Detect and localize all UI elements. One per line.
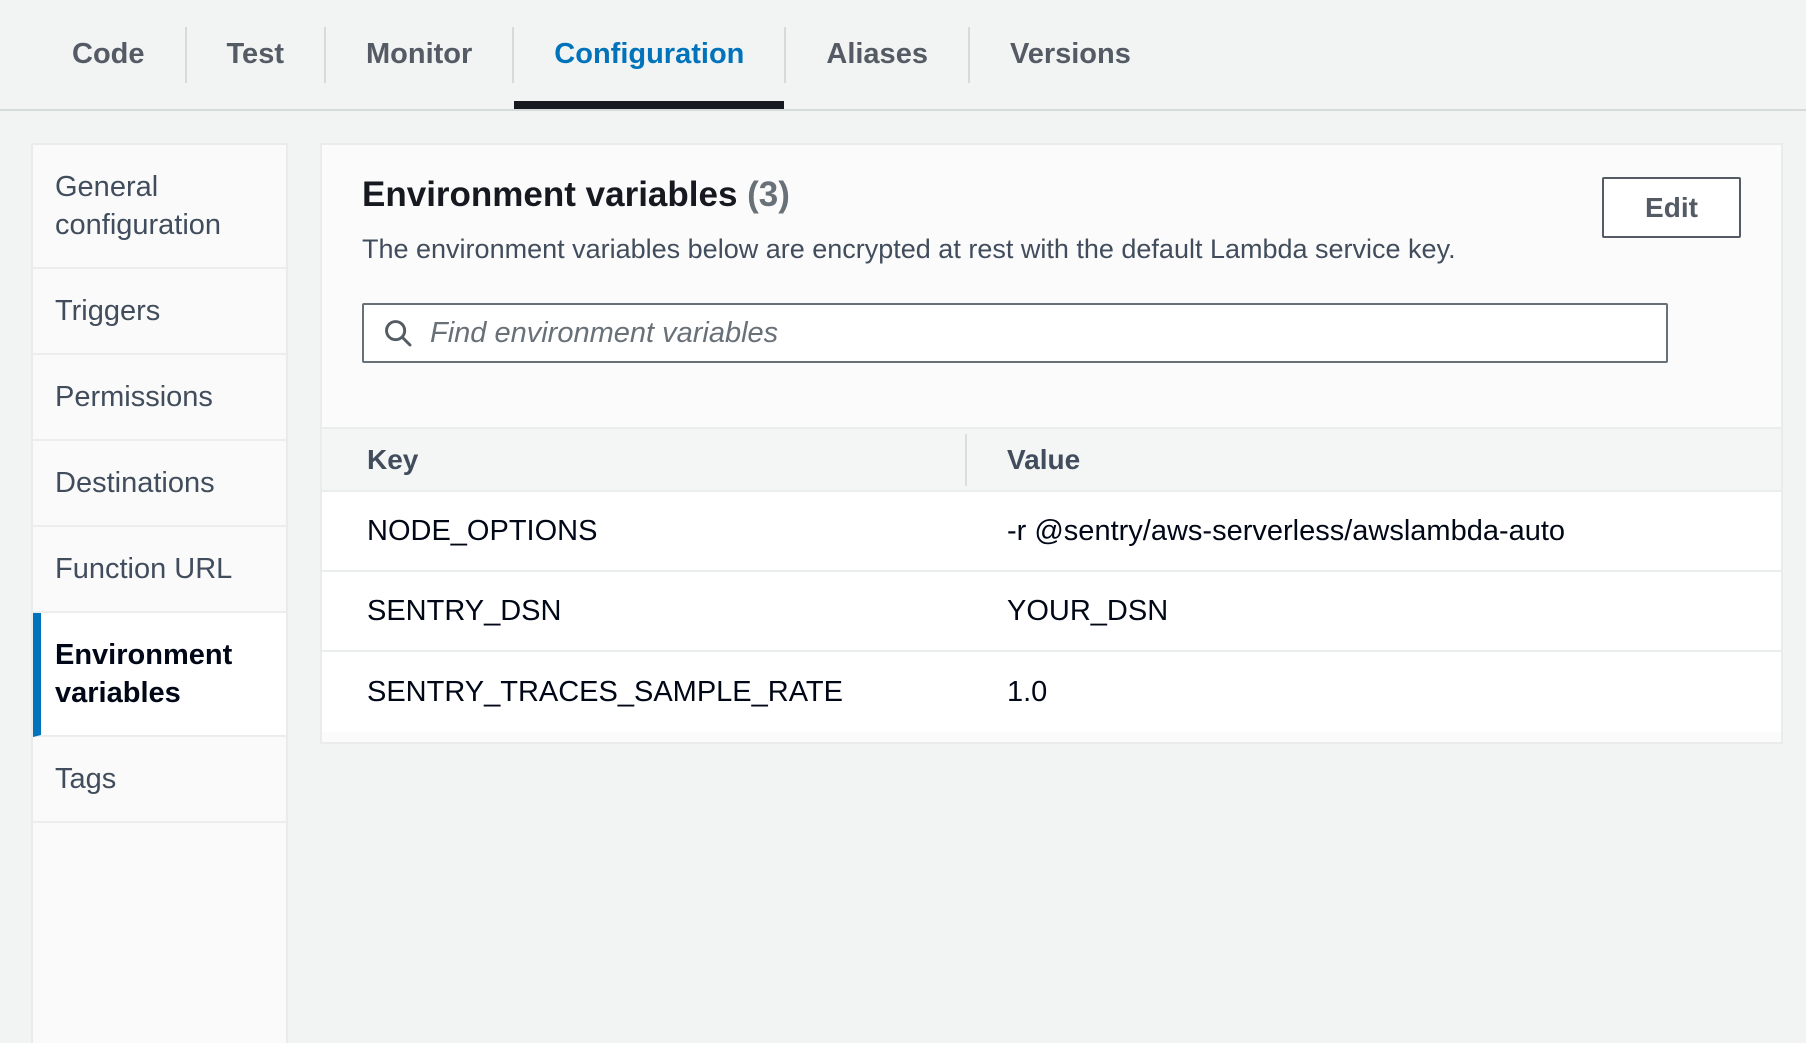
tab-code[interactable]: Code	[32, 0, 185, 109]
sidebar-item-permissions[interactable]: Permissions	[33, 355, 286, 441]
tab-monitor[interactable]: Monitor	[326, 0, 512, 109]
table-row: SENTRY_TRACES_SAMPLE_RATE 1.0	[322, 652, 1781, 732]
sidebar-item-general-configuration[interactable]: General configuration	[33, 145, 286, 269]
sidebar-item-tags[interactable]: Tags	[33, 737, 286, 823]
lambda-configuration-page: { "tabs": [ { "label": "Code" }, { "labe…	[0, 0, 1806, 764]
sidebar-item-destinations[interactable]: Destinations	[33, 441, 286, 527]
table-header-row: Key Value	[322, 427, 1781, 492]
column-header-key: Key	[322, 444, 965, 476]
tab-configuration[interactable]: Configuration	[514, 0, 784, 109]
sidebar-item-triggers[interactable]: Triggers	[33, 269, 286, 355]
panel-description: The environment variables below are encr…	[362, 231, 1741, 267]
page-title: Environment variables (3)	[362, 173, 1741, 217]
env-var-value: YOUR_DSN	[965, 595, 1781, 628]
env-var-key: SENTRY_TRACES_SAMPLE_RATE	[322, 676, 965, 709]
search-box[interactable]	[362, 303, 1668, 363]
tab-versions[interactable]: Versions	[970, 0, 1171, 109]
configuration-sidebar: General configuration Triggers Permissio…	[31, 143, 288, 1043]
search-icon	[382, 317, 414, 349]
sidebar-item-function-url[interactable]: Function URL	[33, 527, 286, 613]
environment-variables-table: Key Value NODE_OPTIONS -r @sentry/aws-se…	[322, 427, 1781, 732]
page-title-count: (3)	[747, 175, 790, 214]
search-area	[362, 303, 1741, 363]
env-var-key: SENTRY_DSN	[322, 595, 965, 628]
env-var-value: -r @sentry/aws-serverless/awslambda-auto	[965, 515, 1781, 548]
tab-aliases[interactable]: Aliases	[786, 0, 968, 109]
table-row: NODE_OPTIONS -r @sentry/aws-serverless/a…	[322, 492, 1781, 572]
function-tab-bar: Code Test Monitor Configuration Aliases …	[0, 0, 1806, 111]
environment-variables-panel: Environment variables (3) The environmen…	[320, 143, 1783, 744]
env-var-value: 1.0	[965, 676, 1781, 709]
panel-header: Environment variables (3) The environmen…	[322, 145, 1781, 267]
search-input[interactable]	[430, 317, 1648, 350]
edit-button[interactable]: Edit	[1602, 177, 1741, 238]
sidebar-item-environment-variables[interactable]: Environment variables	[33, 613, 286, 737]
table-row: SENTRY_DSN YOUR_DSN	[322, 572, 1781, 652]
tab-test[interactable]: Test	[187, 0, 324, 109]
column-header-value: Value	[965, 444, 1781, 476]
env-var-key: NODE_OPTIONS	[322, 515, 965, 548]
page-title-text: Environment variables	[362, 175, 737, 214]
